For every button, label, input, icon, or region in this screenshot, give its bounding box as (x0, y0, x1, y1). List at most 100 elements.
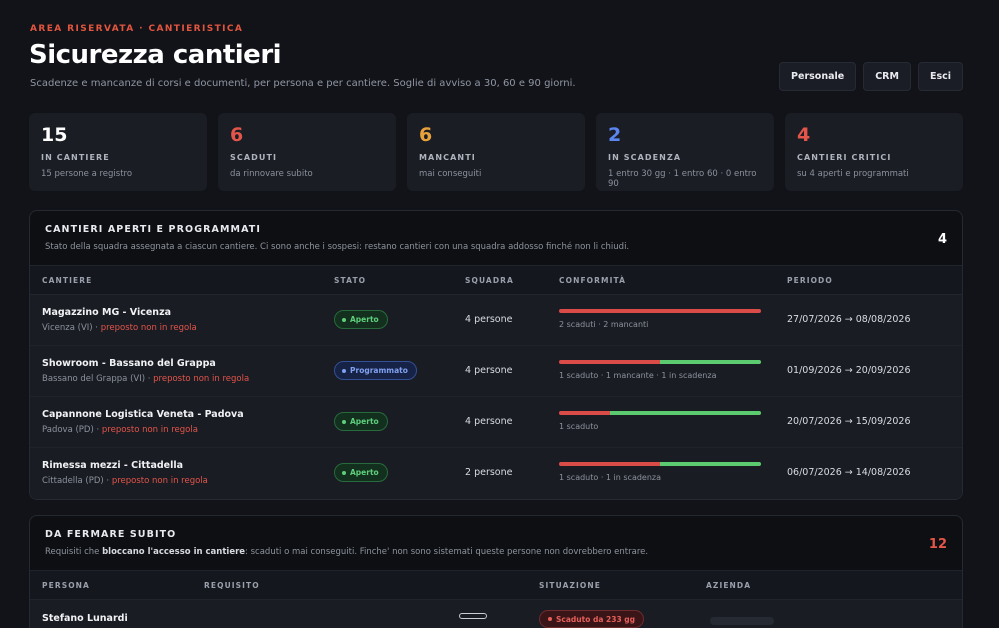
stop-card-description: Requisiti che bloccano l'accesso in cant… (45, 547, 947, 557)
status-badge: Aperto (334, 412, 388, 431)
stat-sub: 15 persone a registro (41, 169, 133, 179)
stat-value: 2 (608, 124, 622, 146)
stat-value: 6 (230, 124, 244, 146)
page-title: Sicurezza cantieri (29, 40, 282, 70)
column-header-squadra: SQUADRA (465, 276, 514, 285)
site-city: Padova (PD) (42, 425, 94, 435)
personale-button[interactable]: Personale (779, 62, 857, 91)
stat-label: MANCANTI (419, 153, 476, 162)
stop-table-header: PERSONA REQUISITO SITUAZIONE AZIENDA (30, 571, 962, 600)
site-warning: preposto non in regola (101, 425, 198, 435)
site-period: 20/07/2026 → 15/09/2026 (787, 416, 911, 427)
stat-card-in-scadenza: 2 IN SCADENZA 1 entro 30 gg · 1 entro 60… (596, 113, 774, 191)
status-badge: Programmato (334, 361, 417, 380)
stop-count: 12 (928, 537, 947, 552)
stat-sub: su 4 aperti e programmati (797, 169, 909, 179)
stat-card-cantieri-critici: 4 CANTIERI CRITICI su 4 aperti e program… (785, 113, 963, 191)
stat-label: IN CANTIERE (41, 153, 110, 162)
sites-table-header: CANTIERE STATO SQUADRA CONFORMITÀ PERIOD… (30, 266, 962, 295)
logout-button[interactable]: Esci (917, 62, 963, 91)
site-location: Padova (PD) · preposto non in regola (42, 425, 198, 435)
stat-label: CANTIERI CRITICI (797, 153, 892, 162)
site-period: 06/07/2026 → 14/08/2026 (787, 467, 911, 478)
column-header-situazione: SITUAZIONE (539, 581, 601, 590)
status-dot-icon (342, 368, 346, 373)
table-row[interactable]: Stefano Lunardi Scaduto da 233 gg (30, 600, 962, 628)
situation-dot-icon (548, 617, 552, 621)
site-name[interactable]: Rimessa mezzi - Cittadella (42, 460, 183, 471)
team-size: 4 persone (465, 314, 513, 325)
site-name[interactable]: Showroom - Bassano del Grappa (42, 358, 216, 369)
table-row[interactable]: Showroom - Bassano del Grappa Bassano de… (30, 346, 962, 397)
status-badge: Aperto (334, 463, 388, 482)
site-warning: preposto non in regola (153, 374, 250, 384)
stat-card-mancanti: 6 MANCANTI mai conseguiti (407, 113, 585, 191)
sites-table-body: Magazzino MG - Vicenza Vicenza (VI) · pr… (30, 295, 962, 499)
stat-card-in-cantiere: 15 IN CANTIERE 15 persone a registro (29, 113, 207, 191)
status-badge: Aperto (334, 310, 388, 329)
site-city: Vicenza (VI) (42, 323, 93, 333)
compliance-text: 2 scaduti · 2 mancanti (559, 320, 649, 329)
stat-value: 15 (41, 124, 68, 146)
team-size: 4 persone (465, 365, 513, 376)
table-row[interactable]: Capannone Logistica Veneta - Padova Pado… (30, 397, 962, 448)
situation-label: Scaduto da 233 gg (556, 614, 636, 624)
compliance-bar-ok (609, 411, 761, 415)
compliance-bar-ok (660, 360, 761, 364)
compliance-bar-bad (559, 411, 610, 415)
column-header-conformita: CONFORMITÀ (559, 276, 627, 285)
sites-card: CANTIERI APERTI E PROGRAMMATI Stato dell… (29, 210, 963, 500)
site-city: Cittadella (PD) (42, 476, 104, 486)
page-subtitle: Scadenze e mancanze di corsi e documenti… (30, 78, 576, 89)
site-period: 27/07/2026 → 08/08/2026 (787, 314, 911, 325)
sites-count: 4 (937, 232, 947, 247)
team-size: 4 persone (465, 416, 513, 427)
site-name[interactable]: Magazzino MG - Vicenza (42, 307, 171, 318)
compliance-bar-ok (660, 462, 761, 466)
stat-label: IN SCADENZA (608, 153, 682, 162)
compliance-bar (559, 360, 761, 364)
column-header-periodo: PERIODO (787, 276, 833, 285)
stat-sub: mai conseguiti (419, 169, 482, 179)
compliance-text: 1 scaduto (559, 422, 599, 431)
crm-button[interactable]: CRM (863, 62, 911, 91)
stat-label: SCADUTI (230, 153, 278, 162)
compliance-text: 1 scaduto · 1 mancante · 1 in scadenza (559, 371, 717, 380)
site-warning: preposto non in regola (100, 323, 197, 333)
stat-card-scaduti: 6 SCADUTI da rinnovare subito (218, 113, 396, 191)
stat-value: 4 (797, 124, 811, 146)
stop-card: DA FERMARE SUBITO Requisiti che bloccano… (29, 515, 963, 628)
table-row[interactable]: Magazzino MG - Vicenza Vicenza (VI) · pr… (30, 295, 962, 346)
status-label: Aperto (350, 468, 379, 477)
company-pill (710, 617, 774, 625)
compliance-bar-bad (559, 462, 660, 466)
compliance-bar (559, 309, 761, 313)
stop-card-header: DA FERMARE SUBITO Requisiti che bloccano… (30, 516, 962, 571)
sites-card-title: CANTIERI APERTI E PROGRAMMATI (45, 224, 262, 235)
status-label: Aperto (350, 417, 379, 426)
stat-sub: 1 entro 30 gg · 1 entro 60 · 0 entro 90 (608, 169, 757, 189)
person-name[interactable]: Stefano Lunardi (42, 613, 128, 624)
compliance-bar-bad (559, 309, 761, 313)
stop-desc-pre: Requisiti che (45, 547, 103, 557)
column-header-persona: PERSONA (42, 581, 90, 590)
table-row[interactable]: Rimessa mezzi - Cittadella Cittadella (P… (30, 448, 962, 499)
stats-row: 15 IN CANTIERE 15 persone a registro 6 S… (29, 113, 963, 191)
stop-card-title: DA FERMARE SUBITO (45, 529, 177, 540)
compliance-text: 1 scaduto · 1 in scadenza (559, 473, 662, 482)
status-dot-icon (342, 470, 346, 475)
site-warning: preposto non in regola (111, 476, 208, 486)
site-name[interactable]: Capannone Logistica Veneta - Padova (42, 409, 244, 420)
compliance-bar-bad (559, 360, 660, 364)
site-location: Bassano del Grappa (VI) · preposto non i… (42, 374, 250, 384)
site-period: 01/09/2026 → 20/09/2026 (787, 365, 911, 376)
compliance-bar (559, 462, 761, 466)
stop-desc-bold: bloccano l'accesso in cantiere (102, 547, 246, 557)
situation-badge: Scaduto da 233 gg (539, 610, 645, 628)
column-header-cantiere: CANTIERE (42, 276, 93, 285)
team-size: 2 persone (465, 467, 513, 478)
column-header-requisito: REQUISITO (204, 581, 260, 590)
column-header-azienda: AZIENDA (706, 581, 752, 590)
site-city: Bassano del Grappa (VI) (42, 374, 146, 384)
requirement-pill (459, 613, 487, 619)
